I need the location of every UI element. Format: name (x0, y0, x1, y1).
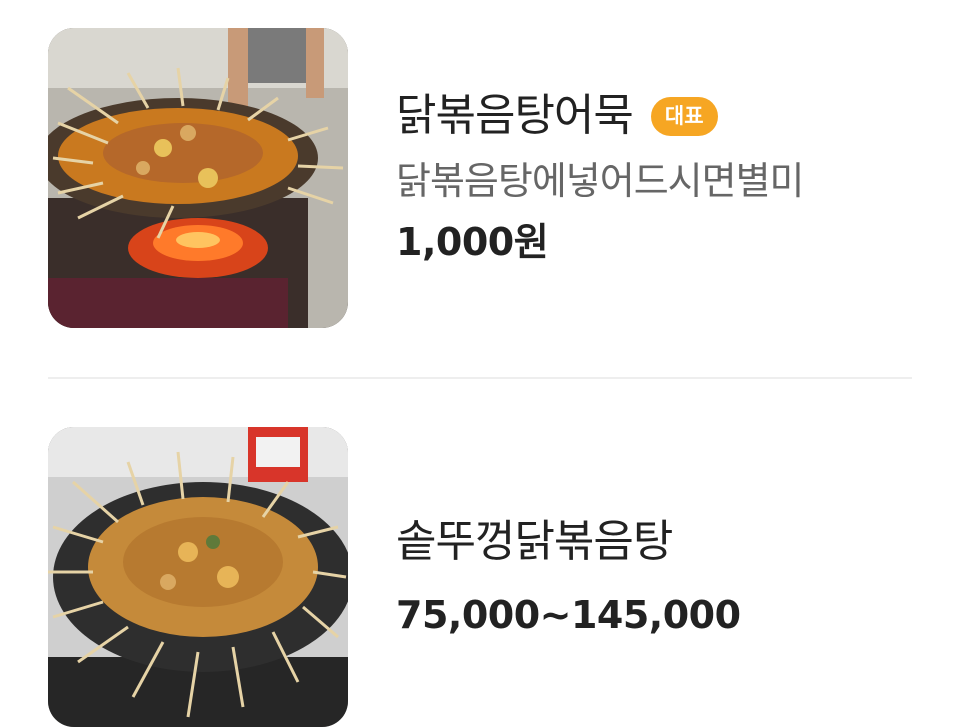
signature-badge: 대표 (650, 96, 718, 136)
food-photo-icon (48, 427, 348, 727)
menu-item-price: 1,000원 (396, 220, 549, 265)
menu-item-name: 솥뚜껑닭볶음탕 (396, 515, 673, 567)
menu-item-2[interactable]: 솥뚜껑닭볶음탕 75,000~145,000 (48, 427, 912, 727)
food-photo-icon (48, 28, 348, 328)
menu-item-1-name-row: 닭볶음탕어묵 대표 (396, 90, 804, 143)
menu-item-2-info: 솥뚜껑닭볶음탕 75,000~145,000 (396, 516, 741, 638)
menu-item-description: 닭볶음탕에넣어드시면별미 (396, 158, 805, 203)
menu-item-1-info: 닭볶음탕어묵 대표 닭볶음탕에넣어드시면별미 1,000원 (396, 90, 805, 266)
menu-item-1[interactable]: 닭볶음탕어묵 대표 닭볶음탕에넣어드시면별미 1,000원 (48, 28, 912, 328)
divider (48, 377, 912, 379)
menu-item-price: 75,000~145,000 (396, 592, 741, 637)
menu-item-2-name-row: 솥뚜껑닭볶음탕 (396, 516, 741, 569)
menu-item-name: 닭볶음탕어묵 (396, 90, 634, 141)
menu-item-1-photo (48, 28, 348, 328)
menu-item-2-photo (48, 427, 348, 727)
